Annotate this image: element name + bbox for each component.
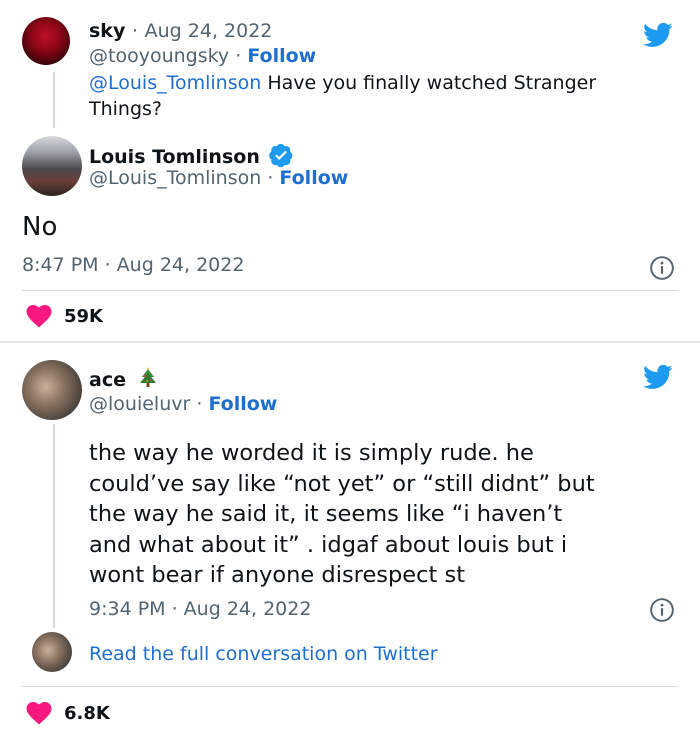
- tweet-timestamp[interactable]: 8:47 PM · Aug 24, 2022: [22, 254, 244, 276]
- reply-author-name[interactable]: sky: [89, 20, 125, 42]
- heart-icon[interactable]: [26, 304, 52, 328]
- tweet-text-line: the way he said it, it seems like “i hav…: [89, 501, 563, 527]
- twitter-bird-icon[interactable]: [641, 362, 675, 392]
- reply-author-line: sky · Aug 24, 2022: [89, 20, 272, 42]
- like-count: 6.8K: [64, 702, 110, 724]
- read-conversation-link[interactable]: Read the full conversation on Twitter: [89, 643, 438, 665]
- main-handle-line: @Louis_Tomlinson · Follow: [89, 167, 348, 189]
- info-icon[interactable]: [649, 255, 675, 281]
- main-author-name[interactable]: Louis Tomlinson: [89, 146, 260, 168]
- follow-separator: ·: [235, 45, 242, 67]
- divider: [22, 686, 678, 687]
- ace-handle[interactable]: @louieluvr: [89, 393, 190, 415]
- mention-link[interactable]: @Louis_Tomlinson: [89, 72, 261, 94]
- reply-handle-line: @tooyoungsky · Follow: [89, 45, 316, 67]
- main-handle[interactable]: @Louis_Tomlinson: [89, 167, 261, 189]
- divider: [22, 290, 678, 291]
- tweet-text-line: and what about it” . idgaf about louis b…: [89, 531, 568, 558]
- ace-author-name[interactable]: ace: [89, 369, 126, 391]
- main-author-line: Louis Tomlinson: [89, 142, 294, 168]
- follow-button[interactable]: Follow: [208, 393, 277, 415]
- tweet-text-line: could’ve say like “not yet” or “still di…: [89, 470, 595, 497]
- tweet-text-line: wont bear if anyone disrespect st: [89, 562, 466, 588]
- avatar-ace-small[interactable]: [32, 632, 72, 672]
- reply-text: @Louis_Tomlinson Have you finally watche…: [89, 70, 649, 122]
- like-count: 59K: [64, 305, 103, 327]
- ace-author-line: ace: [89, 366, 159, 391]
- twitter-bird-icon[interactable]: [641, 20, 675, 50]
- date-separator: ·: [131, 20, 139, 42]
- follow-separator: ·: [196, 393, 203, 415]
- thread-line: [53, 72, 55, 128]
- follow-button[interactable]: Follow: [247, 45, 316, 67]
- reply-handle[interactable]: @tooyoungsky: [89, 45, 229, 67]
- like-group[interactable]: 6.8K: [26, 701, 110, 725]
- avatar-sky[interactable]: [22, 17, 70, 65]
- thread-line: [53, 424, 55, 628]
- christmas-tree-icon: [139, 367, 156, 387]
- tweet-text-line: the way he worded it is simply rude. he: [89, 440, 534, 466]
- tweet-text: No: [22, 212, 58, 242]
- reply-date[interactable]: Aug 24, 2022: [145, 20, 273, 42]
- ace-tweet-text: the way he worded it is simply rude. he …: [89, 438, 689, 591]
- like-group[interactable]: 59K: [26, 304, 103, 328]
- verified-badge-icon: [269, 143, 293, 168]
- reply-text-line2: Things?: [89, 98, 163, 120]
- reply-text-line1: Have you finally watched Stranger: [261, 72, 597, 94]
- tweet-card-1: sky · Aug 24, 2022 @tooyoungsky · Follow…: [0, 0, 700, 342]
- avatar-ace[interactable]: [22, 360, 82, 420]
- follow-button[interactable]: Follow: [279, 167, 348, 189]
- tweet-timestamp[interactable]: 9:34 PM · Aug 24, 2022: [89, 598, 311, 620]
- avatar-louis-tomlinson[interactable]: [22, 136, 82, 196]
- info-icon[interactable]: [649, 597, 675, 623]
- heart-icon[interactable]: [26, 701, 52, 725]
- follow-separator: ·: [267, 167, 274, 189]
- ace-handle-line: @louieluvr · Follow: [89, 393, 277, 415]
